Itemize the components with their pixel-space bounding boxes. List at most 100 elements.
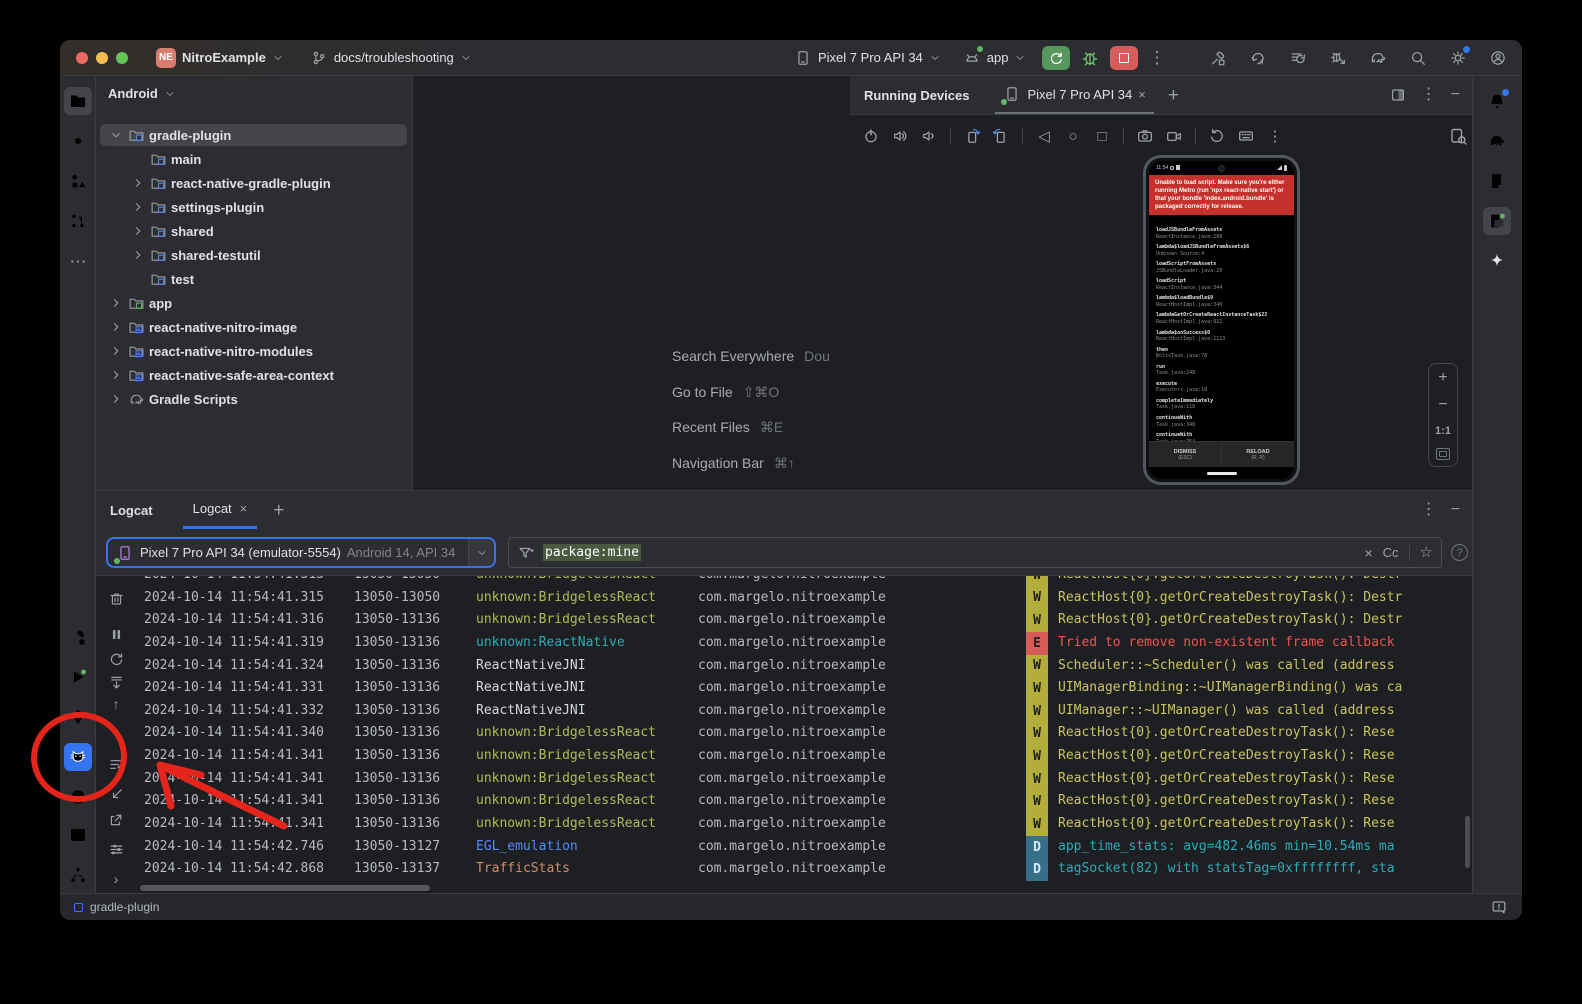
maximize-window-button[interactable] bbox=[116, 52, 128, 64]
log-entry[interactable]: 2024-10-14 11:54:41.31913050-13136unknow… bbox=[140, 632, 1466, 655]
debug-app-button[interactable] bbox=[1080, 48, 1100, 68]
project-view-selector[interactable]: Android bbox=[108, 86, 176, 101]
tree-item-react-native-nitro-image[interactable]: react-native-nitro-image bbox=[96, 315, 413, 339]
close-logcat-tab-button[interactable]: × bbox=[240, 502, 248, 515]
profile-button[interactable] bbox=[1488, 48, 1508, 68]
emulator-reset-button[interactable] bbox=[1206, 125, 1228, 147]
emulator-rotate-right-button[interactable] bbox=[990, 125, 1012, 147]
emulator-volume-up-button[interactable] bbox=[889, 125, 911, 147]
logcat-device-selector[interactable]: Pixel 7 Pro API 34 (emulator-5554) Andro… bbox=[106, 537, 496, 568]
zoom-to-fit-button[interactable] bbox=[1436, 448, 1450, 460]
tree-item-react-native-nitro-modules[interactable]: react-native-nitro-modules bbox=[96, 339, 413, 363]
log-entry[interactable]: 2024-10-14 11:54:41.34113050-13136unknow… bbox=[140, 790, 1466, 813]
stripe-structure-button[interactable] bbox=[64, 167, 92, 195]
sync-translations-button[interactable]: A bbox=[1248, 48, 1268, 68]
logcat-help-button[interactable]: ? bbox=[1451, 544, 1468, 561]
tree-expand-icon[interactable] bbox=[108, 343, 124, 359]
stripe-assistant-button[interactable] bbox=[1483, 247, 1511, 275]
vertical-scrollbar[interactable] bbox=[1465, 816, 1470, 868]
emulator-record-button[interactable] bbox=[1163, 125, 1185, 147]
log-entry[interactable]: 2024-10-14 11:54:41.34113050-13136unknow… bbox=[140, 768, 1466, 791]
new-device-tab-button[interactable]: + bbox=[1168, 86, 1179, 105]
tree-item-react-native-safe-area-context[interactable]: react-native-safe-area-context bbox=[96, 363, 413, 387]
zoom-out-button[interactable]: − bbox=[1438, 397, 1447, 413]
zoom-in-button[interactable]: + bbox=[1438, 370, 1447, 386]
run-tasks-button[interactable] bbox=[1288, 48, 1308, 68]
log-entry[interactable]: 2024-10-14 11:54:41.34013050-13136unknow… bbox=[140, 722, 1466, 745]
close-device-tab-button[interactable]: × bbox=[1138, 88, 1146, 101]
stripe-terminal-button[interactable] bbox=[64, 821, 92, 849]
status-module-label[interactable]: gradle-plugin bbox=[90, 900, 159, 914]
device-tab[interactable]: Pixel 7 Pro API 34 × bbox=[995, 76, 1153, 114]
run-configuration-selector[interactable]: app bbox=[957, 46, 1033, 70]
tree-item-Gradle Scripts[interactable]: Gradle Scripts bbox=[96, 387, 413, 411]
stripe-problems-button[interactable] bbox=[64, 783, 92, 811]
tree-item-main[interactable]: main bbox=[96, 147, 413, 171]
tree-expand-icon[interactable] bbox=[108, 127, 124, 143]
log-entry[interactable]: 2024-10-14 11:54:41.34113050-13136unknow… bbox=[140, 813, 1466, 836]
tree-expand-icon[interactable] bbox=[108, 367, 124, 383]
emulator-screenshot-button[interactable] bbox=[1134, 125, 1156, 147]
reload-app-button[interactable]: RELOAD (R, R) bbox=[1221, 442, 1294, 467]
hide-panel-button[interactable]: − bbox=[1451, 87, 1460, 103]
logcat-tab[interactable]: Logcat × bbox=[183, 492, 258, 529]
emulator-home-button[interactable]: ○ bbox=[1062, 125, 1084, 147]
favorite-filter-button[interactable]: ☆ bbox=[1420, 545, 1433, 560]
tree-item-gradle-plugin[interactable]: gradle-plugin bbox=[96, 123, 413, 147]
emulator-screen-mirror[interactable]: 11:54 Unable to load script. Make sure y… bbox=[1143, 155, 1300, 485]
tree-expand-icon[interactable] bbox=[108, 391, 124, 407]
stripe-logcat-button[interactable] bbox=[64, 743, 92, 771]
stripe-app-quality-button[interactable] bbox=[64, 703, 92, 731]
stripe-commit-button[interactable] bbox=[64, 127, 92, 155]
logcat-restart-button[interactable] bbox=[106, 649, 126, 669]
stripe-run-button[interactable] bbox=[64, 663, 92, 691]
logcat-options-button[interactable]: ⋮ bbox=[1421, 502, 1437, 518]
logcat-clear-button[interactable] bbox=[106, 588, 126, 608]
stripe-more-h-button[interactable]: ⋯ bbox=[64, 247, 92, 275]
build-project-button[interactable] bbox=[1208, 48, 1228, 68]
run-more-options-button[interactable]: ⋮ bbox=[1148, 49, 1165, 66]
log-entry[interactable]: 2024-10-14 11:54:41.32413050-13136ReactN… bbox=[140, 655, 1466, 678]
hide-logcat-button[interactable]: − bbox=[1451, 502, 1460, 518]
tree-item-test[interactable]: test bbox=[96, 267, 413, 291]
log-entry[interactable]: 2024-10-14 11:54:42.86813050-13137Traffi… bbox=[140, 858, 1466, 881]
tree-item-settings-plugin[interactable]: settings-plugin bbox=[96, 195, 413, 219]
layout-options-button[interactable] bbox=[1389, 86, 1407, 104]
logcat-output[interactable]: 2024-10-14 11:54:41.31313050-13050unknow… bbox=[140, 576, 1466, 882]
tree-expand-icon[interactable] bbox=[108, 295, 124, 311]
logcat-go-down-button[interactable]: ↓ bbox=[106, 721, 126, 741]
stop-app-button[interactable] bbox=[1110, 46, 1138, 70]
logcat-go-up-button[interactable]: ↑ bbox=[106, 694, 126, 714]
panel-options-button[interactable]: ⋮ bbox=[1421, 87, 1437, 103]
logcat-filter-field[interactable]: package:mine × Cc ☆ bbox=[508, 537, 1442, 568]
settings-button[interactable] bbox=[1448, 48, 1468, 68]
tree-expand-icon[interactable] bbox=[130, 175, 146, 191]
attach-debugger-button[interactable] bbox=[1328, 48, 1348, 68]
emulator-power-button[interactable] bbox=[860, 125, 882, 147]
logcat-scroll-to-end-button[interactable] bbox=[106, 672, 126, 692]
minimize-window-button[interactable] bbox=[96, 52, 108, 64]
event-log-button[interactable] bbox=[1490, 898, 1508, 916]
log-entry[interactable]: 2024-10-14 11:54:42.74613050-13127EGL_em… bbox=[140, 836, 1466, 859]
stripe-vcs-button[interactable] bbox=[64, 861, 92, 889]
logcat-export-button[interactable] bbox=[106, 809, 126, 829]
search-everywhere-button[interactable] bbox=[1408, 48, 1428, 68]
emulator-overview-button[interactable]: □ bbox=[1091, 125, 1113, 147]
match-case-toggle[interactable]: Cc bbox=[1383, 545, 1399, 560]
rerun-app-button[interactable] bbox=[1042, 46, 1070, 70]
device-mirror-settings-button[interactable] bbox=[1448, 126, 1468, 146]
zoom-actual-size-button[interactable]: 1:1 bbox=[1435, 425, 1451, 437]
logcat-settings-button[interactable] bbox=[106, 839, 126, 859]
dismiss-error-button[interactable]: DISMISS (ESC) bbox=[1149, 442, 1221, 467]
tree-expand-icon[interactable] bbox=[108, 319, 124, 335]
stripe-notifications-button[interactable] bbox=[1483, 87, 1511, 115]
tree-expand-icon[interactable] bbox=[130, 223, 146, 239]
clear-filter-button[interactable]: × bbox=[1364, 546, 1372, 560]
tree-item-app[interactable]: app bbox=[96, 291, 413, 315]
logcat-pause-button[interactable] bbox=[106, 624, 126, 644]
tree-item-react-native-gradle-plugin[interactable]: react-native-gradle-plugin bbox=[96, 171, 413, 195]
emulator-rotate-left-button[interactable] bbox=[961, 125, 983, 147]
logcat-collapse-button[interactable] bbox=[106, 784, 126, 804]
stripe-running-devices-button[interactable] bbox=[1483, 207, 1511, 235]
stripe-pull-requests-button[interactable] bbox=[64, 207, 92, 235]
